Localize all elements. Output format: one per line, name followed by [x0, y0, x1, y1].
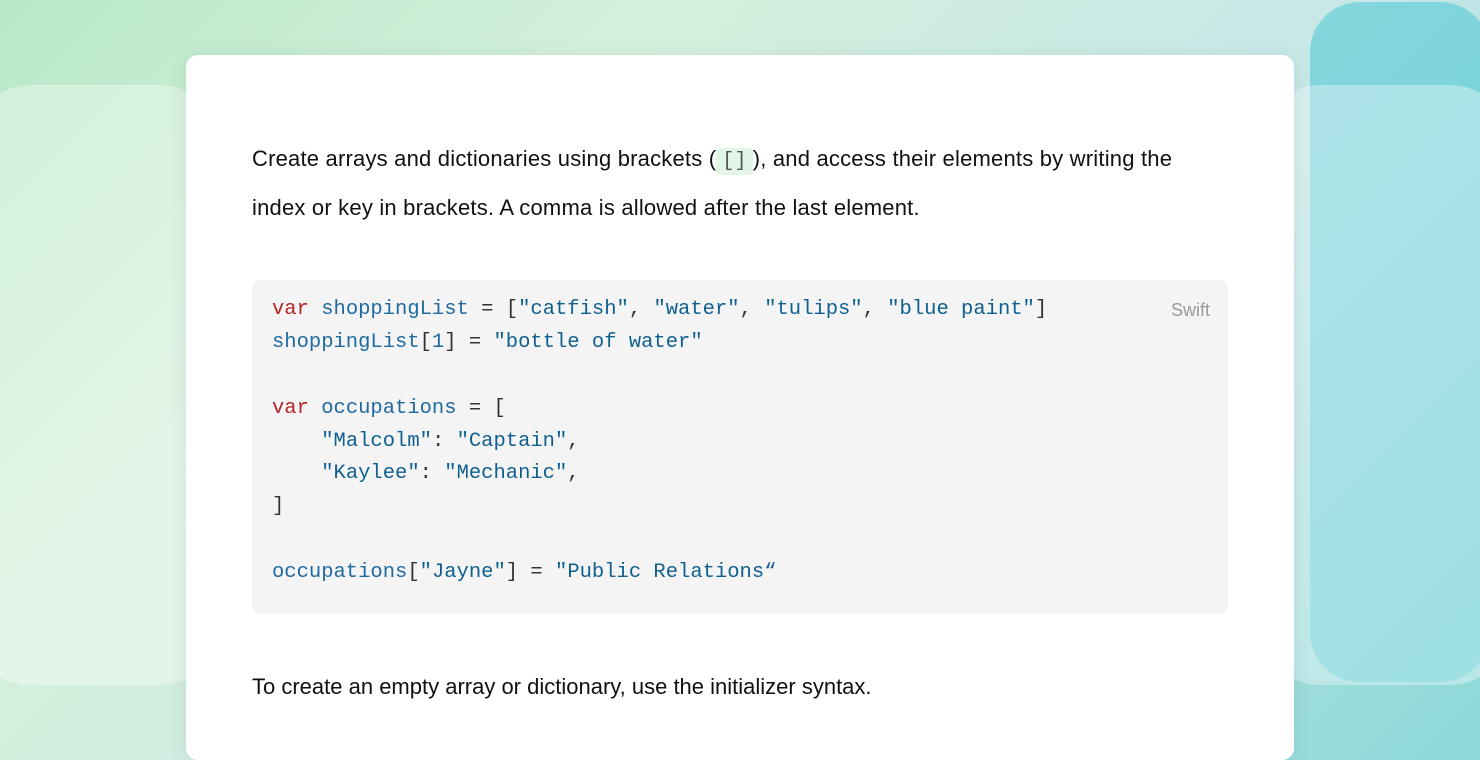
- code-string: "Captain": [457, 430, 568, 453]
- code-bracket: [: [506, 298, 518, 321]
- code-comma: ,: [567, 462, 579, 485]
- code-operator: =: [530, 561, 542, 584]
- content-card: Create arrays and dictionaries using bra…: [186, 55, 1294, 760]
- code-operator: =: [469, 397, 481, 420]
- code-colon: :: [432, 430, 444, 453]
- intro-paragraph: Create arrays and dictionaries using bra…: [252, 135, 1228, 232]
- code-bracket: ]: [272, 495, 284, 518]
- code-comma: ,: [567, 430, 579, 453]
- code-keyword-var: var: [272, 298, 309, 321]
- code-colon: :: [420, 462, 432, 485]
- code-bracket: ]: [444, 331, 456, 354]
- code-operator: =: [481, 298, 493, 321]
- code-bracket: [: [493, 397, 505, 420]
- code-block: Swift var shoppingList = ["catfish", "wa…: [252, 280, 1228, 613]
- follow-paragraph: To create an empty array or dictionary, …: [252, 674, 1228, 700]
- code-operator: =: [469, 331, 481, 354]
- code-content: var shoppingList = ["catfish", "water", …: [272, 294, 1208, 589]
- code-comma: ,: [863, 298, 875, 321]
- code-keyword-var: var: [272, 397, 309, 420]
- code-language-label: Swift: [1171, 296, 1210, 325]
- code-bracket: ]: [506, 561, 518, 584]
- code-string: "Kaylee": [321, 462, 419, 485]
- intro-prefix: Create arrays and dictionaries using bra…: [252, 146, 716, 171]
- code-identifier: shoppingList: [321, 298, 469, 321]
- code-identifier: occupations: [272, 561, 407, 584]
- code-comma: ,: [740, 298, 752, 321]
- code-string: "blue paint": [887, 298, 1035, 321]
- code-comma: ,: [629, 298, 641, 321]
- code-number: 1: [432, 331, 444, 354]
- code-bracket: [: [407, 561, 419, 584]
- code-string: "Public Relations“: [555, 561, 776, 584]
- code-string: "water": [653, 298, 739, 321]
- code-string: "Mechanic": [444, 462, 567, 485]
- code-string: "Jayne": [420, 561, 506, 584]
- inline-code-brackets: []: [716, 148, 752, 175]
- code-string: "catfish": [518, 298, 629, 321]
- code-identifier: occupations: [321, 397, 456, 420]
- code-bracket: ]: [1035, 298, 1047, 321]
- code-bracket: [: [420, 331, 432, 354]
- code-string: "tulips": [764, 298, 862, 321]
- code-identifier: shoppingList: [272, 331, 420, 354]
- code-string: "Malcolm": [321, 430, 432, 453]
- code-string: "bottle of water": [494, 331, 703, 354]
